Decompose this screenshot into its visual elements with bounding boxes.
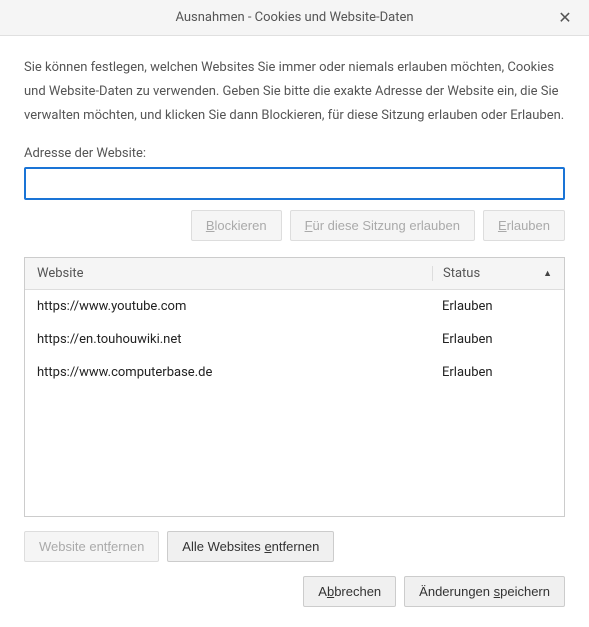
table-row[interactable]: https://en.touhouwiki.net Erlauben [25, 323, 564, 356]
dialog-footer-buttons: Abbrechen Änderungen speichern [24, 576, 565, 611]
block-button[interactable]: Blockieren [191, 210, 282, 241]
remove-pre: Website ent [39, 539, 107, 554]
table-body[interactable]: https://www.youtube.com Erlauben https:/… [25, 290, 564, 516]
column-status-label: Status [443, 266, 480, 281]
cell-website: https://www.youtube.com [37, 299, 432, 314]
sort-ascending-icon: ▲ [543, 268, 552, 279]
remove-all-post: ntfernen [272, 539, 320, 554]
save-changes-button[interactable]: Änderungen speichern [404, 576, 565, 607]
close-button[interactable]: ✕ [553, 6, 577, 30]
remove-post: ernen [111, 539, 144, 554]
cell-status: Erlauben [432, 365, 552, 380]
action-buttons-row: Blockieren Für diese Sitzung erlauben Er… [24, 210, 565, 241]
remove-all-mnemonic: e [264, 539, 271, 554]
dialog-title: Ausnahmen - Cookies und Website-Daten [175, 10, 413, 25]
titlebar: Ausnahmen - Cookies und Website-Daten ✕ [0, 0, 589, 36]
allow-button[interactable]: Erlauben [483, 210, 565, 241]
remove-all-pre: Alle Websites [182, 539, 264, 554]
remove-website-button[interactable]: Website entfernen [24, 531, 159, 562]
cancel-pre: A [318, 584, 327, 599]
allow-mnemonic: E [498, 218, 507, 233]
block-mnemonic: B [206, 218, 215, 233]
cancel-button[interactable]: Abbrechen [303, 576, 396, 607]
save-pre: Änderungen [419, 584, 493, 599]
table-row[interactable]: https://www.computerbase.de Erlauben [25, 356, 564, 389]
column-header-website[interactable]: Website [37, 266, 432, 281]
remove-buttons-row: Website entfernen Alle Websites entferne… [24, 531, 565, 562]
allow-post: rlauben [507, 218, 550, 233]
cell-website: https://en.touhouwiki.net [37, 332, 432, 347]
remove-all-websites-button[interactable]: Alle Websites entfernen [167, 531, 334, 562]
session-mnemonic: F [305, 218, 313, 233]
cell-website: https://www.computerbase.de [37, 365, 432, 380]
block-post: lockieren [215, 218, 267, 233]
table-row[interactable]: https://www.youtube.com Erlauben [25, 290, 564, 323]
column-header-status[interactable]: Status ▲ [432, 266, 552, 281]
exceptions-dialog: Ausnahmen - Cookies und Website-Daten ✕ … [0, 0, 589, 627]
cancel-post: brechen [334, 584, 381, 599]
dialog-content: Sie können festlegen, welchen Websites S… [0, 36, 589, 627]
table-header: Website Status ▲ [25, 258, 564, 290]
address-input[interactable] [24, 167, 565, 200]
exceptions-table: Website Status ▲ https://www.youtube.com… [24, 257, 565, 517]
address-label: Adresse der Website: [24, 146, 565, 161]
session-post: ür diese Sitzung erlauben [313, 218, 460, 233]
cell-status: Erlauben [432, 299, 552, 314]
allow-session-button[interactable]: Für diese Sitzung erlauben [290, 210, 475, 241]
cell-status: Erlauben [432, 332, 552, 347]
description-text: Sie können festlegen, welchen Websites S… [24, 56, 565, 128]
close-icon: ✕ [558, 8, 571, 28]
save-post: peichern [500, 584, 550, 599]
